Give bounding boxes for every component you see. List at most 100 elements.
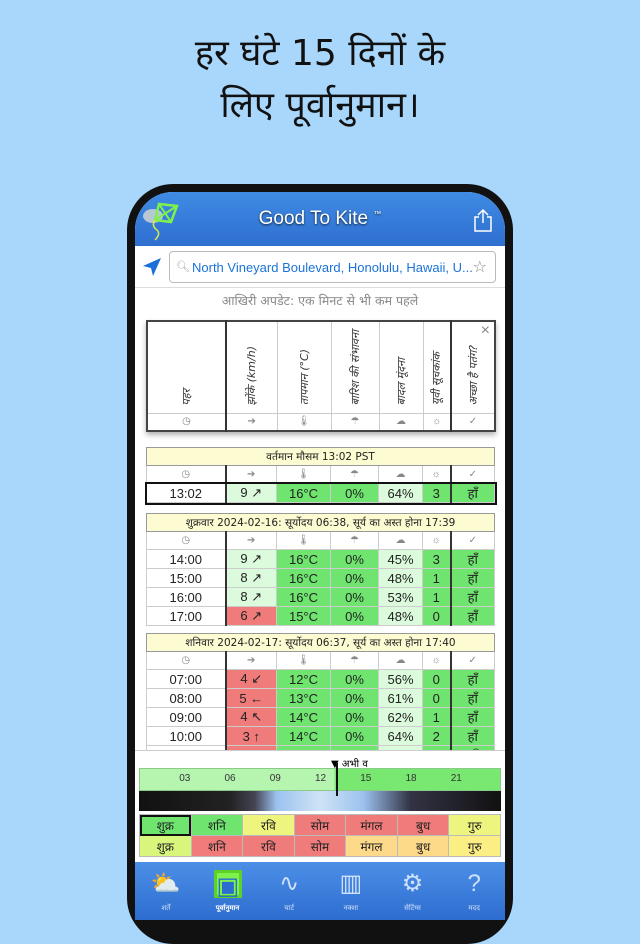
tab-label: पूर्वानुमान — [215, 904, 240, 912]
column-icon-3: ☂ — [330, 531, 379, 550]
week-row: शुक्र शनि रवि सोम मंगल बुध गुरु — [139, 835, 501, 857]
day-button[interactable]: रवि — [242, 814, 295, 836]
day-button[interactable]: मंगल — [345, 835, 398, 857]
cell-temp: 16°C — [276, 587, 331, 607]
last-updated: आखिरी अपडेट: एक मिनट से भी कम पहले — [221, 293, 419, 308]
table-row[interactable]: 14:00 9 ↗ 16°C 0% 45% 3 हाँ — [146, 549, 496, 569]
day-card: शुक्रवार 2024-02-16: सूर्योदय 06:38, सूर… — [145, 513, 496, 626]
column-icon-5: ☼ — [422, 531, 451, 550]
calendar-icon: ▣ — [213, 870, 242, 900]
cell-time: 08:00 — [146, 688, 226, 708]
column-title: अच्छा है पतंग? — [466, 345, 480, 406]
day-button[interactable]: शनि — [190, 814, 244, 836]
hour-tick-label: 03 — [179, 773, 191, 784]
day-button[interactable]: गुरु — [448, 835, 501, 857]
cell-gusts: 8 ↗ — [224, 587, 277, 607]
hour-tick-label: 15 — [360, 773, 372, 784]
icon-row: ◷ ➔ 🌡 ☂ ☁ ☼ ✓ — [146, 465, 496, 484]
table-row[interactable]: 17:00 6 ↗ 15°C 0% 48% 0 हाँ — [146, 606, 496, 626]
column-icon-2: 🌡 — [276, 465, 331, 484]
week-selector: शुक्र शनि रवि सोम मंगल बुध गुरु शुक्र शनि रवि सोम म… — [139, 814, 501, 857]
column-header: बारिश की संभावना — [330, 320, 380, 414]
table-row[interactable]: 13:02 9 ↗ 16°C 0% 64% 3 हाँ — [144, 481, 497, 505]
column-icon-0: ◷ — [146, 651, 226, 670]
column-icon-6: ✓ — [449, 465, 496, 484]
column-icon-0: ◷ — [146, 465, 226, 484]
column-header: बादल मूंदना — [378, 320, 424, 414]
cell-rain: 0% — [330, 688, 379, 708]
cell-temp: 14°C — [276, 707, 331, 727]
hour-scale[interactable]: 03 06 09 12 15 18 21 — [139, 768, 501, 791]
close-icon[interactable]: × — [481, 322, 490, 340]
cell-good: हाँ — [449, 707, 495, 727]
cell-temp: 12°C — [276, 669, 331, 689]
cell-uv: 3 — [422, 483, 451, 503]
cell-temp: 16°C — [276, 483, 331, 503]
day-button[interactable]: शनि — [190, 835, 244, 857]
cell-rain: 0% — [330, 568, 379, 588]
location-search-input[interactable]: 🔍︎ North Vineyard Boulevard, Honolulu, H… — [169, 251, 496, 283]
day-button[interactable]: सोम — [293, 814, 347, 836]
column-icon-5: ☼ — [422, 465, 451, 484]
search-row: 🔍︎ North Vineyard Boulevard, Honolulu, H… — [135, 246, 505, 288]
day-card-title: शनिवार 2024-02-17: सूर्योदय 06:37, सूर्य… — [146, 633, 495, 652]
column-icon-4: ☁ — [378, 531, 423, 550]
table-row[interactable]: 09:00 4 ↖ 14°C 0% 62% 1 हाँ — [146, 707, 495, 727]
day-button[interactable]: शुक्र — [139, 835, 192, 857]
cell-temp: 16°C — [276, 568, 331, 588]
pulse-chart-icon: ∿ — [279, 870, 300, 897]
column-icon-3: ☂ — [330, 465, 379, 484]
tab-help[interactable]: ? मदद — [443, 862, 505, 920]
cell-temp: 16°C — [276, 549, 331, 569]
tab-calendar[interactable]: ▣ पूर्वानुमान — [197, 862, 259, 920]
cell-good: हाँ — [449, 568, 496, 588]
share-icon[interactable] — [473, 208, 493, 232]
day-button[interactable]: सोम — [293, 835, 347, 857]
timeline: ▼ अभी व 03060912151821 शुक्रशनिरविसोममंग… — [135, 750, 505, 862]
table-row[interactable]: 15:00 8 ↗ 16°C 0% 48% 1 हाँ — [146, 568, 496, 588]
cell-uv: 1 — [422, 587, 451, 607]
day-button[interactable]: बुध — [396, 835, 450, 857]
day-button[interactable]: गुरु — [448, 814, 501, 836]
column-icon-6: ✓ — [449, 531, 496, 550]
tab-label: मदद — [468, 904, 480, 912]
star-icon[interactable]: ☆ — [473, 257, 487, 277]
table-row[interactable]: 10:00 3 ↑ 14°C 0% 64% 2 हाँ — [146, 726, 495, 746]
day-button[interactable]: मंगल — [345, 814, 398, 836]
forecast-scroll-area[interactable]: पहर झोंके (km/h) तापमान (°C) बारिश की संभाव… — [135, 312, 505, 750]
gear-icon: ⚙ — [401, 870, 424, 897]
location-arrow-icon[interactable] — [143, 258, 161, 276]
cell-cloud: 48% — [378, 568, 423, 588]
column-header: यूवी सूचकांक — [422, 320, 452, 414]
table-row[interactable]: 16:00 8 ↗ 16°C 0% 53% 1 हाँ — [146, 587, 496, 607]
cell-gusts: 5 ← — [224, 688, 277, 708]
tab-partly-cloudy[interactable]: ⛅ शर्तें — [135, 862, 197, 920]
tab-label: नक्शा — [343, 904, 359, 912]
day-button[interactable]: बुध — [396, 814, 450, 836]
table-row[interactable]: 07:00 4 ↙ 12°C 0% 56% 0 हाँ — [146, 669, 495, 689]
tab-gear[interactable]: ⚙ सेटिंग्स — [382, 862, 444, 920]
now-line[interactable] — [335, 763, 338, 796]
day-button[interactable]: शुक्र — [139, 814, 192, 836]
cell-temp: 15°C — [276, 606, 331, 626]
cell-uv: 0 — [422, 669, 451, 689]
column-icon-5: ☼ — [422, 412, 452, 432]
icon-row: ◷ ➔ 🌡 ☂ ☁ ☼ ✓ — [146, 651, 495, 670]
hour-tick-label: 09 — [269, 773, 281, 784]
column-icon-3: ☂ — [330, 412, 380, 432]
day-button[interactable]: रवि — [242, 835, 295, 857]
column-icon-1: ➔ — [225, 412, 278, 432]
tab-pulse-chart[interactable]: ∿ चार्ट — [258, 862, 320, 920]
column-icon-0: ◷ — [146, 531, 226, 550]
app-bar: Good To Kite ™ — [135, 192, 505, 246]
partly-cloudy-icon: ⛅ — [150, 870, 181, 897]
cell-gusts: 4 ↖ — [224, 707, 277, 727]
column-icon-2: 🌡 — [276, 651, 331, 670]
tab-map[interactable]: ▥ नक्शा — [320, 862, 382, 920]
table-row[interactable]: 08:00 5 ← 13°C 0% 61% 0 हाँ — [146, 688, 495, 708]
search-value: North Vineyard Boulevard, Honolulu, Hawa… — [192, 260, 473, 275]
cell-cloud: 45% — [378, 549, 423, 569]
cell-gusts: 9 ↗ — [224, 483, 277, 503]
hour-tick-label: 21 — [450, 773, 462, 784]
column-icon-2: 🌡 — [276, 412, 332, 432]
